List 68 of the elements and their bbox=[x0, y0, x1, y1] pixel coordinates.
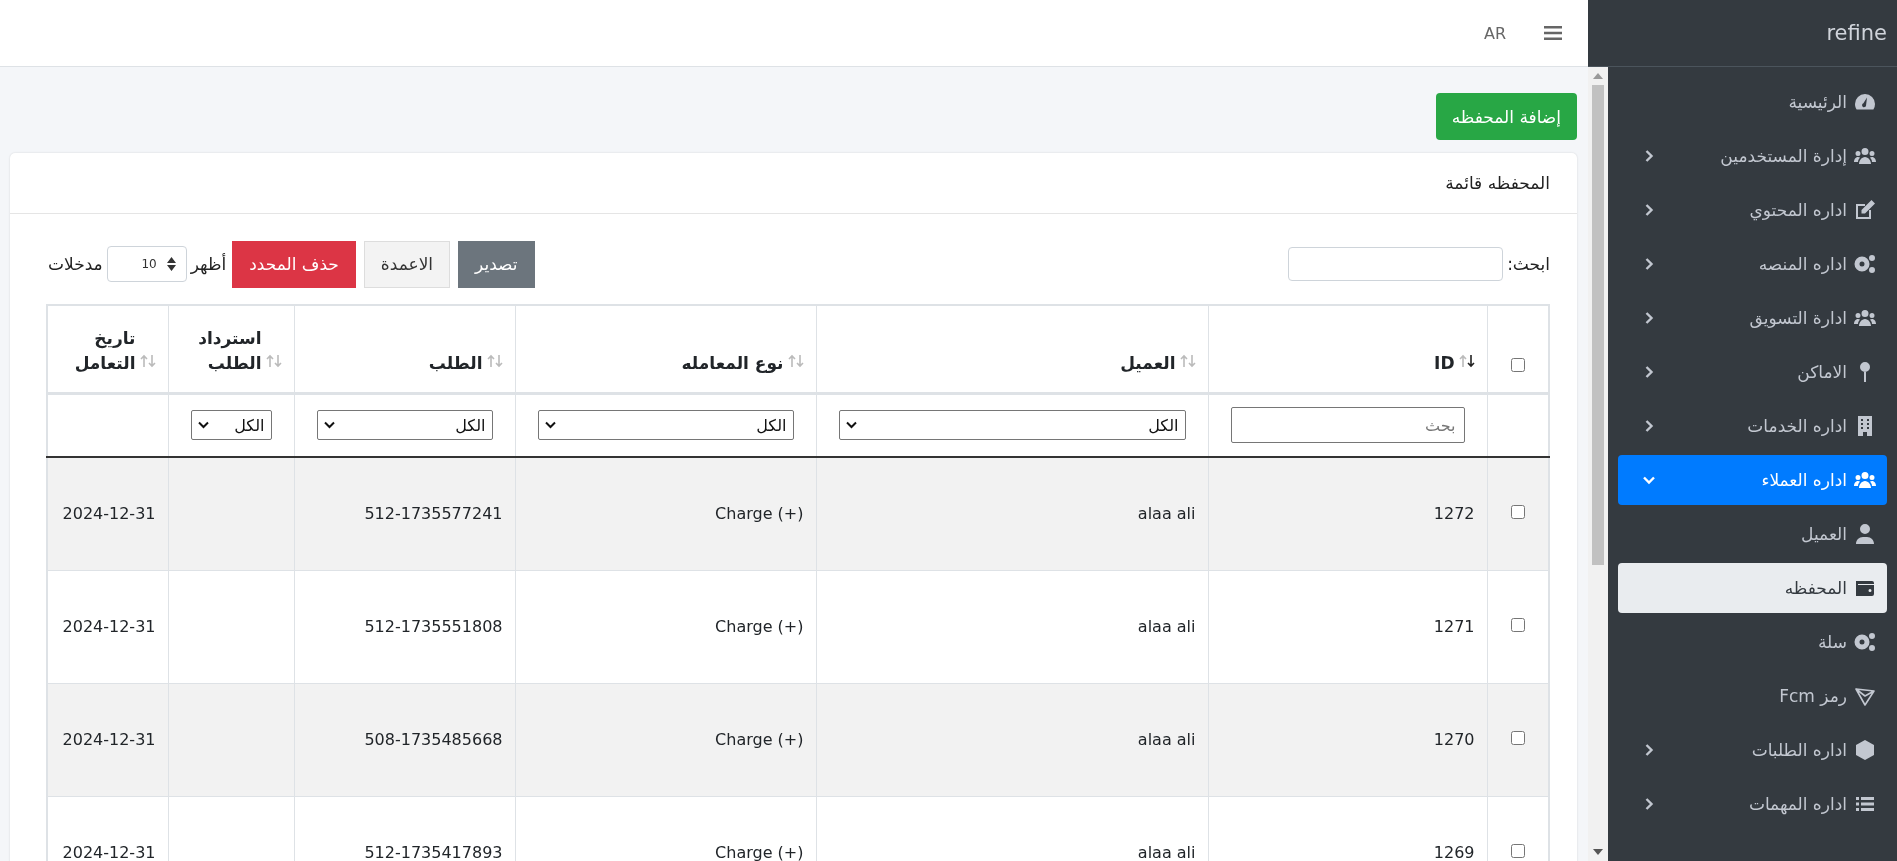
filter-dropdown[interactable]: الكل bbox=[838, 410, 1186, 441]
row-checkbox[interactable] bbox=[1510, 505, 1525, 520]
table-cell: 1270 bbox=[1433, 730, 1475, 749]
sidebar-item[interactable]: اداره المحتوي bbox=[1618, 185, 1887, 235]
table-cell: 512-1735551808 bbox=[364, 617, 503, 636]
search-label: ابحث: bbox=[1507, 254, 1550, 274]
select-all-checkbox[interactable] bbox=[1510, 357, 1525, 372]
brand-name: refine bbox=[1826, 21, 1887, 45]
toolbar-button[interactable]: الاعمدة bbox=[363, 240, 451, 288]
table-cell: Charge (+) bbox=[715, 617, 804, 636]
table-cell: 512-1735577241 bbox=[364, 504, 503, 524]
sidebar-item[interactable]: اداره الخدمات bbox=[1618, 401, 1887, 451]
sidebar-item[interactable]: سلة bbox=[1618, 617, 1887, 667]
sidebar-item[interactable]: ادارة التسويق bbox=[1618, 293, 1887, 343]
show-label: أظهر bbox=[190, 254, 227, 274]
table-cell: 2024-12-31 bbox=[62, 617, 156, 636]
table-cell: Charge (+) bbox=[715, 842, 804, 861]
hexagon-icon bbox=[1853, 738, 1877, 762]
gears-icon bbox=[1853, 252, 1877, 276]
caret-icon bbox=[845, 421, 857, 430]
sidebar-item[interactable]: الرئيسية bbox=[1618, 77, 1887, 127]
table-cell: 1269 bbox=[1433, 842, 1475, 861]
caret-icon bbox=[323, 421, 335, 430]
table-cell: alaa ali bbox=[1137, 617, 1196, 636]
table-cell: 1271 bbox=[1433, 617, 1475, 636]
sidebar-item[interactable]: اداره المنصه bbox=[1618, 239, 1887, 289]
sidebar-item[interactable]: الاماكن bbox=[1618, 347, 1887, 397]
table-cell: 2024-12-31 bbox=[62, 730, 156, 749]
sidebar-item[interactable]: اداره الطلبات bbox=[1618, 725, 1887, 775]
table-cell: Charge (+) bbox=[715, 730, 804, 749]
spinner-icon bbox=[166, 256, 176, 272]
sidebar-item[interactable]: المحفظه bbox=[1618, 563, 1887, 613]
row-checkbox[interactable] bbox=[1510, 618, 1525, 632]
caret-icon bbox=[544, 421, 556, 430]
caret-icon bbox=[197, 421, 209, 430]
sidebar-item[interactable]: رمز Fcm bbox=[1618, 671, 1887, 721]
table-cell: 2024-12-31 bbox=[62, 842, 156, 861]
table-cell: 512-1735417893 bbox=[364, 842, 503, 861]
search-field[interactable] bbox=[1288, 247, 1504, 281]
scroll-up-icon[interactable] bbox=[1593, 73, 1603, 79]
sidebar-item[interactable]: إدارة المستخدمين bbox=[1618, 131, 1887, 181]
filter-dropdown[interactable]: الكل bbox=[537, 410, 794, 441]
table-cell: 508-1735485668 bbox=[364, 730, 503, 749]
entries-label: مدخلات bbox=[48, 254, 103, 274]
table-cell: alaa ali bbox=[1137, 842, 1196, 861]
scrollbar[interactable] bbox=[1588, 67, 1608, 861]
sidebar-item[interactable]: اداره العملاء bbox=[1618, 455, 1887, 505]
gears-icon bbox=[1853, 630, 1877, 654]
filter-dropdown[interactable]: الكل bbox=[316, 410, 493, 441]
table-cell: 2024-12-31 bbox=[62, 504, 156, 524]
toolbar-button[interactable]: تصدير bbox=[458, 240, 535, 288]
sidebar-item[interactable]: العميل bbox=[1618, 509, 1887, 559]
table-cell: alaa ali bbox=[1137, 504, 1196, 524]
language-link[interactable]: AR bbox=[1483, 23, 1506, 43]
table-cell: Charge (+) bbox=[715, 504, 804, 524]
sidebar-item[interactable]: اداره المهمات bbox=[1618, 779, 1887, 829]
filter-field[interactable]: بحث bbox=[1230, 407, 1465, 444]
card-title: المحفظه قائمة bbox=[1445, 173, 1550, 193]
edit-icon bbox=[1853, 198, 1877, 222]
table-cell: alaa ali bbox=[1137, 730, 1196, 749]
table-cell: 1272 bbox=[1433, 504, 1475, 524]
user-icon bbox=[1853, 522, 1877, 546]
filter-dropdown[interactable]: الكل bbox=[190, 410, 272, 441]
row-checkbox[interactable] bbox=[1510, 843, 1525, 858]
toolbar-button[interactable]: حذف المحدد bbox=[232, 240, 356, 288]
row-checkbox[interactable] bbox=[1510, 731, 1525, 745]
scroll-down-icon[interactable] bbox=[1593, 849, 1603, 855]
page-length-field[interactable]: 10 bbox=[106, 246, 187, 282]
